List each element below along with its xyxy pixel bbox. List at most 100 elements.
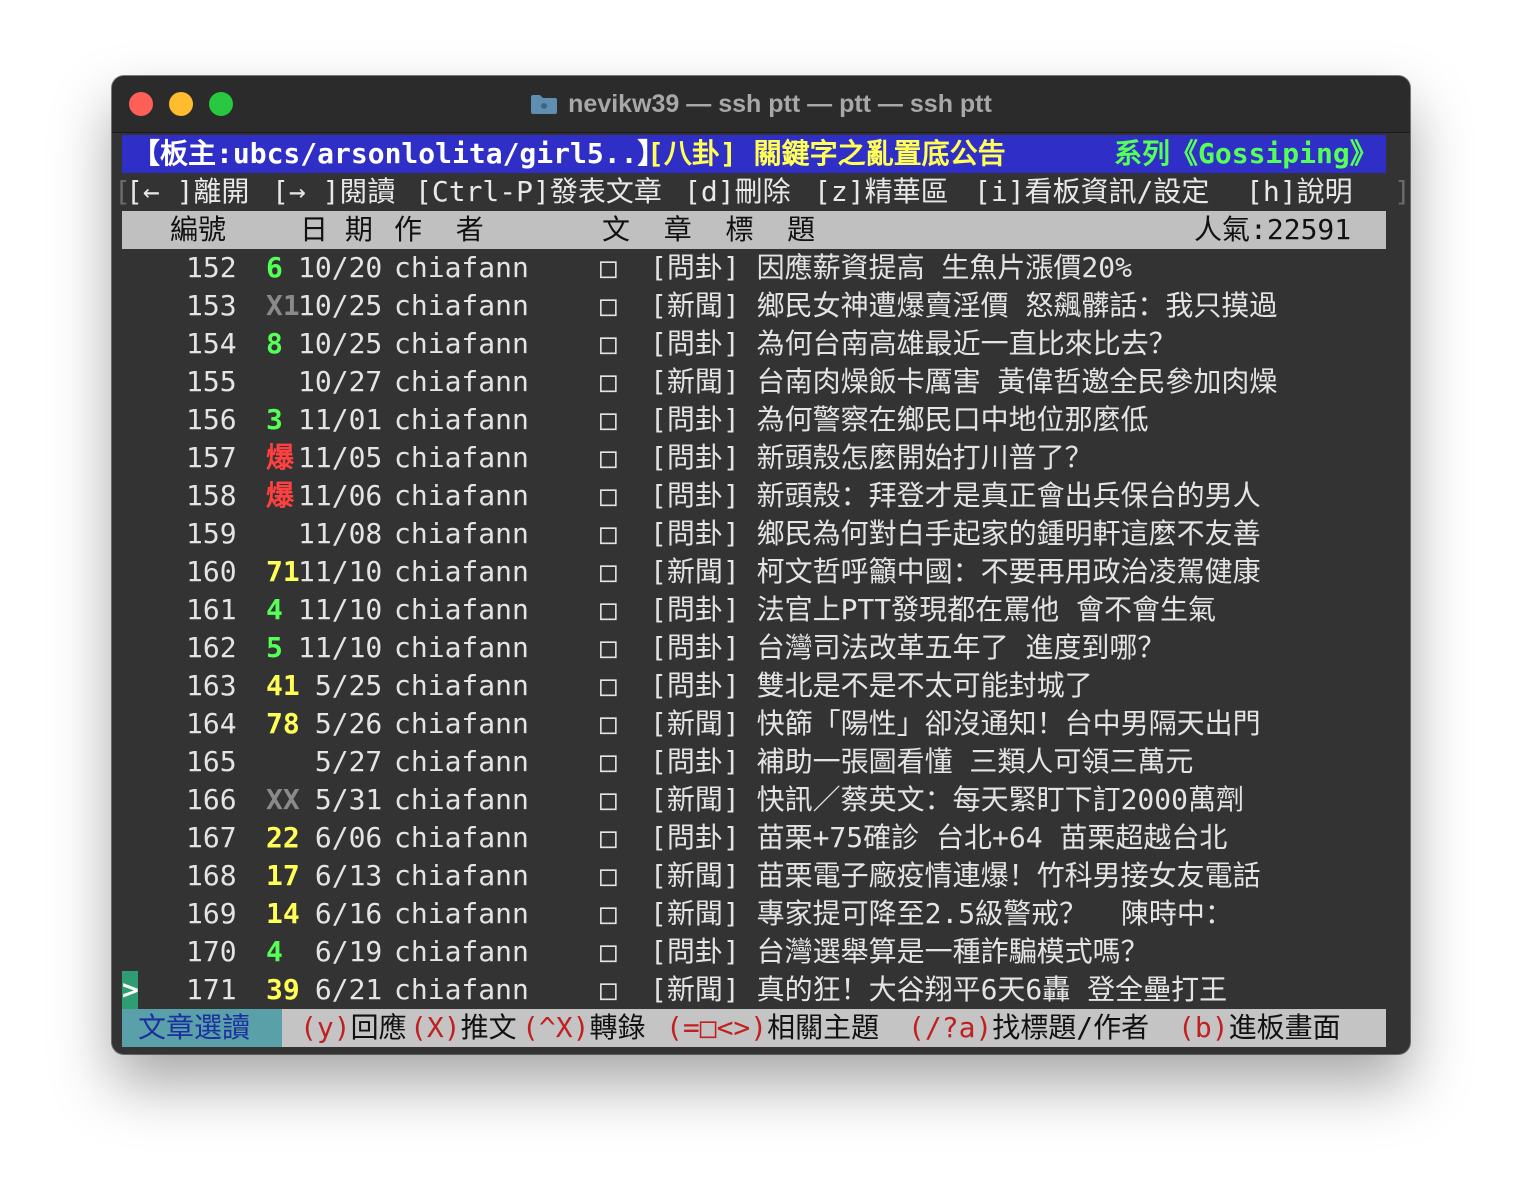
article-title: [問卦] 新頭殼：拜登才是真正會出兵保台的男人 xyxy=(650,479,1261,512)
article-date: 11/10 xyxy=(298,631,383,664)
article-title: [問卦] 為何警察在鄉民口中地位那麼低 xyxy=(650,403,1149,436)
menu-item-board-info[interactable]: [i]看板資訊/設定 xyxy=(974,173,1209,211)
article-mark: □ xyxy=(600,403,617,436)
article-row[interactable]: 153 X1 10/25 chiafann □ [新聞] 鄉民女神遭爆賣淫價 怒飆髒話：我… xyxy=(122,287,1386,325)
col-date: 日 期 xyxy=(300,213,373,246)
recommend-count: 22 xyxy=(266,821,300,854)
push-key[interactable]: (X) xyxy=(410,1011,461,1044)
reply-label[interactable]: 回應 xyxy=(351,1011,407,1044)
forward-label[interactable]: 轉錄 xyxy=(589,1011,645,1044)
article-row[interactable]: 162 5 11/10 chiafann □ [問卦] 台灣司法改革五年了 進度到哪？ xyxy=(122,629,1386,667)
article-title: [問卦] 台灣選舉算是一種詐騙模式嗎？ xyxy=(650,935,1149,968)
board-series: 系列《Gossiping》 xyxy=(1114,137,1378,170)
article-row[interactable]: 160 71 11/10 chiafann □ [新聞] 柯文哲呼籲中國：不要再用政治凌駕… xyxy=(122,553,1386,591)
recommend-count: 78 xyxy=(266,707,300,740)
article-author: chiafann xyxy=(394,517,529,550)
article-author: chiafann xyxy=(394,783,529,816)
article-number: 155 xyxy=(186,365,237,398)
article-mark: □ xyxy=(600,973,617,1006)
search-key[interactable]: (/?a) xyxy=(908,1011,992,1044)
article-row[interactable]: 154 8 10/25 chiafann □ [問卦] 為何台南高雄最近一直比來比去？ xyxy=(122,325,1386,363)
article-mark: □ xyxy=(600,251,617,284)
article-mark: □ xyxy=(600,935,617,968)
article-title: [新聞] 鄉民女神遭爆賣淫價 怒飆髒話：我只摸過 xyxy=(650,289,1278,322)
article-number: 168 xyxy=(186,859,237,892)
article-mark: □ xyxy=(600,593,617,626)
menu-item-digest[interactable]: [z]精華區 xyxy=(814,173,949,211)
selection-cursor: > xyxy=(122,971,139,1009)
mode-text: 文章選讀 xyxy=(138,1011,251,1044)
article-row[interactable]: 171 39 6/21 chiafann □ [新聞] 真的狂！大谷翔平6天6轟 登全壘… xyxy=(122,971,1386,1009)
article-number: 162 xyxy=(186,631,237,664)
col-popularity: 人氣:22591 xyxy=(1194,213,1352,246)
article-mark: □ xyxy=(600,479,617,512)
menu-item-help[interactable]: [h]說明 xyxy=(1246,173,1353,211)
article-row[interactable]: 166 XX 5/31 chiafann □ [新聞] 快訊／蔡英文：每天緊盯下訂200… xyxy=(122,781,1386,819)
article-title: [新聞] 專家提可降至2.5級警戒？ 陳時中： xyxy=(650,897,1233,930)
menu-item-leave[interactable]: [← ]離開 xyxy=(126,173,249,211)
search-label[interactable]: 找標題/作者 xyxy=(992,1011,1149,1044)
article-row[interactable]: 159 11/08 chiafann □ [問卦] 鄉民為何對白手起家的鍾明軒這麼不友善 xyxy=(122,515,1386,553)
article-row[interactable]: 168 17 6/13 chiafann □ [新聞] 苗栗電子廠疫情連爆！竹科男接女友… xyxy=(122,857,1386,895)
article-row[interactable]: 161 4 11/10 chiafann □ [問卦] 法官上PTT發現都在罵他 會不會生… xyxy=(122,591,1386,629)
article-author: chiafann xyxy=(394,251,529,284)
terminal-window: nevikw39 — ssh ptt — ptt — ssh ptt 【板主:u… xyxy=(112,76,1410,1054)
recommend-count: XX xyxy=(266,783,300,816)
article-title: [新聞] 快訊／蔡英文：每天緊盯下訂2000萬劑 xyxy=(650,783,1245,816)
article-author: chiafann xyxy=(394,973,529,1006)
article-number: 167 xyxy=(186,821,237,854)
menu-item-delete[interactable]: [d]刪除 xyxy=(684,173,791,211)
recommend-count: 4 xyxy=(266,593,283,626)
article-row[interactable]: 167 22 6/06 chiafann □ [問卦] 苗栗+75確診 台北+64 苗栗… xyxy=(122,819,1386,857)
article-number: 161 xyxy=(186,593,237,626)
terminal-screen[interactable]: 【板主:ubcs/arsonlolita/girl5..】 [八卦] 關鍵字之亂… xyxy=(112,132,1410,1054)
menu-item-read[interactable]: [→ ]閱讀 xyxy=(272,173,395,211)
reply-key[interactable]: (y) xyxy=(300,1011,351,1044)
related-label[interactable]: 相關主題 xyxy=(767,1011,879,1044)
recommend-count: 4 xyxy=(266,935,283,968)
article-mark: □ xyxy=(600,707,617,740)
article-title: [新聞] 苗栗電子廠疫情連爆！竹科男接女友電話 xyxy=(650,859,1261,892)
article-number: 156 xyxy=(186,403,237,436)
article-row[interactable]: 163 41 5/25 chiafann □ [問卦] 雙北是不是不太可能封城了 xyxy=(122,667,1386,705)
article-row[interactable]: 156 3 11/01 chiafann □ [問卦] 為何警察在鄉民口中地位那麼低 xyxy=(122,401,1386,439)
article-mark: □ xyxy=(600,327,617,360)
recommend-count: X1 xyxy=(266,289,300,322)
menu-item-post[interactable]: [Ctrl-P]發表文章 xyxy=(415,173,662,211)
related-key[interactable]: (=□<>) xyxy=(666,1011,767,1044)
article-date: 10/25 xyxy=(298,327,383,360)
article-date: 11/10 xyxy=(298,593,383,626)
article-row[interactable]: 169 14 6/16 chiafann □ [新聞] 專家提可降至2.5級警戒？ 陳時… xyxy=(122,895,1386,933)
article-title: [問卦] 法官上PTT發現都在罵他 會不會生氣 xyxy=(650,593,1217,626)
article-title: [問卦] 鄉民為何對白手起家的鍾明軒這麼不友善 xyxy=(650,517,1261,550)
forward-key[interactable]: (^X) xyxy=(522,1011,589,1044)
article-author: chiafann xyxy=(394,441,529,474)
article-row[interactable]: 164 78 5/26 chiafann □ [新聞] 快篩「陽性」卻沒通知！台中男隔天… xyxy=(122,705,1386,743)
article-author: chiafann xyxy=(394,289,529,322)
article-title: [新聞] 真的狂！大谷翔平6天6轟 登全壘打王 xyxy=(650,973,1228,1006)
recommend-count: 8 xyxy=(266,327,283,360)
article-mark: □ xyxy=(600,669,617,702)
article-title: [新聞] 台南肉燥飯卡厲害 黃偉哲邀全民參加肉燥 xyxy=(650,365,1278,398)
title-bar: nevikw39 — ssh ptt — ptt — ssh ptt xyxy=(112,76,1410,133)
article-row[interactable]: 157 爆 11/05 chiafann □ [問卦] 新頭殼怎麼開始打川普了？ xyxy=(122,439,1386,477)
article-date: 11/08 xyxy=(298,517,383,550)
article-row[interactable]: 155 10/27 chiafann □ [新聞] 台南肉燥飯卡厲害 黃偉哲邀全民參加肉… xyxy=(122,363,1386,401)
article-date: 5/26 xyxy=(298,707,383,740)
article-author: chiafann xyxy=(394,327,529,360)
board-home-label[interactable]: 進板畫面 xyxy=(1229,1011,1341,1044)
recommend-count: 14 xyxy=(266,897,300,930)
article-author: chiafann xyxy=(394,631,529,664)
article-number: 170 xyxy=(186,935,237,968)
push-label[interactable]: 推文 xyxy=(461,1011,517,1044)
recommend-count: 3 xyxy=(266,403,283,436)
article-author: chiafann xyxy=(394,555,529,588)
column-header: 編號 日 期 作 者 文 章 標 題 人氣:22591 xyxy=(122,211,1386,249)
article-row[interactable]: 158 爆 11/06 chiafann □ [問卦] 新頭殼：拜登才是真正會出兵保台的男… xyxy=(122,477,1386,515)
article-row[interactable]: 170 4 6/19 chiafann □ [問卦] 台灣選舉算是一種詐騙模式嗎？ xyxy=(122,933,1386,971)
article-row[interactable]: 165 5/27 chiafann □ [問卦] 補助一張圖看懂 三類人可領三萬元 xyxy=(122,743,1386,781)
board-home-key[interactable]: (b) xyxy=(1178,1011,1229,1044)
article-row[interactable]: 152 6 10/20 chiafann □ [問卦] 因應薪資提高 生魚片漲價20% xyxy=(122,249,1386,287)
article-mark: □ xyxy=(600,821,617,854)
article-number: 159 xyxy=(186,517,237,550)
